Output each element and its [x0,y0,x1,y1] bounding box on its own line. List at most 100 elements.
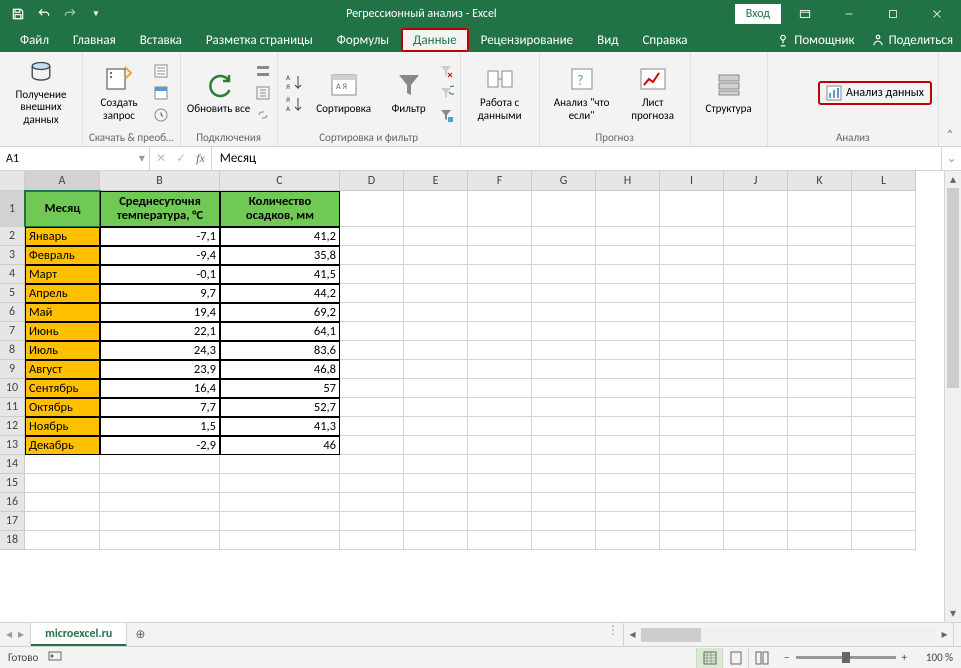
cell[interactable] [596,455,660,474]
cell[interactable] [220,531,340,550]
col-header-C[interactable]: C [220,171,340,191]
refresh-all-button[interactable]: Обновить все [187,59,251,127]
cell[interactable] [596,360,660,379]
cell[interactable]: 64,1 [220,322,340,341]
cell[interactable]: Октябрь [25,398,100,417]
cell[interactable] [724,191,788,227]
minimize-button[interactable] [829,0,869,28]
cell[interactable] [404,417,468,436]
connections-button[interactable] [255,61,271,81]
row-header[interactable]: 4 [0,265,25,284]
page-break-view-button[interactable] [748,648,774,668]
share-button[interactable]: Поделиться [863,28,961,52]
row-header[interactable]: 15 [0,474,25,493]
cell[interactable]: Январь [25,227,100,246]
cell[interactable]: 35,8 [220,246,340,265]
cell[interactable]: Сентябрь [25,379,100,398]
cell[interactable] [100,493,220,512]
col-header-A[interactable]: A [25,171,100,191]
data-analysis-button[interactable]: Анализ данных [818,81,932,105]
cell[interactable] [340,360,404,379]
cell[interactable]: 57 [220,379,340,398]
cell[interactable] [404,512,468,531]
row-header[interactable]: 13 [0,436,25,455]
filter-button[interactable]: Фильтр [384,59,434,127]
col-header-B[interactable]: B [100,171,220,191]
cell[interactable] [724,246,788,265]
cell[interactable] [100,455,220,474]
cell[interactable] [532,379,596,398]
save-button[interactable] [6,2,30,26]
cell[interactable] [596,436,660,455]
zoom-level[interactable]: 100 % [913,651,953,664]
maximize-button[interactable] [873,0,913,28]
scroll-left-icon[interactable]: ◂ [624,627,641,642]
page-layout-view-button[interactable] [722,648,748,668]
cell[interactable] [596,417,660,436]
cell[interactable] [724,379,788,398]
cell[interactable]: 7,7 [100,398,220,417]
cell[interactable] [340,398,404,417]
cell[interactable] [788,360,852,379]
row-header[interactable]: 3 [0,246,25,265]
scroll-up-icon[interactable]: ▴ [945,171,961,188]
cell[interactable] [340,493,404,512]
cell[interactable] [660,436,724,455]
cell[interactable]: -9,4 [100,246,220,265]
cell[interactable]: 41,5 [220,265,340,284]
cell[interactable] [340,322,404,341]
sort-button[interactable]: А Я Сортировка [308,59,380,127]
normal-view-button[interactable] [696,648,722,668]
undo-button[interactable] [32,2,56,26]
cell[interactable] [724,531,788,550]
cell[interactable] [660,303,724,322]
cell[interactable] [596,379,660,398]
cell[interactable]: Ноябрь [25,417,100,436]
cell[interactable] [596,474,660,493]
cell[interactable] [596,191,660,227]
cell[interactable] [788,284,852,303]
col-header-F[interactable]: F [468,171,532,191]
hscroll-thumb[interactable] [641,628,701,642]
cell[interactable] [724,265,788,284]
cell[interactable] [532,417,596,436]
add-sheet-button[interactable]: ⊕ [127,623,153,646]
tab-formulas[interactable]: Формулы [325,28,401,52]
cell[interactable] [852,379,916,398]
tab-insert[interactable]: Вставка [128,28,194,52]
cell[interactable] [404,531,468,550]
row-header[interactable]: 5 [0,284,25,303]
cell[interactable] [340,341,404,360]
accept-formula-icon[interactable]: ✓ [176,151,186,166]
expand-formula-bar[interactable]: ⌄ [941,147,961,170]
cell[interactable]: Август [25,360,100,379]
cell[interactable] [852,474,916,493]
row-header[interactable]: 17 [0,512,25,531]
sort-za-button[interactable]: ЯА [284,94,304,114]
cell[interactable]: Июль [25,341,100,360]
cell[interactable] [724,474,788,493]
cell[interactable] [340,512,404,531]
row-header[interactable]: 14 [0,455,25,474]
cell[interactable] [660,379,724,398]
cell[interactable] [788,417,852,436]
cell[interactable] [724,322,788,341]
edit-links-button[interactable] [255,105,271,125]
get-external-data-button[interactable]: Получение внешних данных [6,59,76,127]
cell[interactable] [25,474,100,493]
cell[interactable] [468,455,532,474]
cell[interactable]: 52,7 [220,398,340,417]
cell[interactable] [404,246,468,265]
cell[interactable]: Май [25,303,100,322]
name-box-dropdown[interactable]: ▾ [135,151,149,166]
advanced-filter-button[interactable] [438,105,454,125]
cell[interactable] [596,341,660,360]
cell[interactable] [852,436,916,455]
cell[interactable] [404,322,468,341]
cell[interactable] [468,531,532,550]
cell[interactable] [788,398,852,417]
cell[interactable] [788,531,852,550]
cell[interactable]: 19,4 [100,303,220,322]
cell[interactable] [532,284,596,303]
cell[interactable] [25,512,100,531]
